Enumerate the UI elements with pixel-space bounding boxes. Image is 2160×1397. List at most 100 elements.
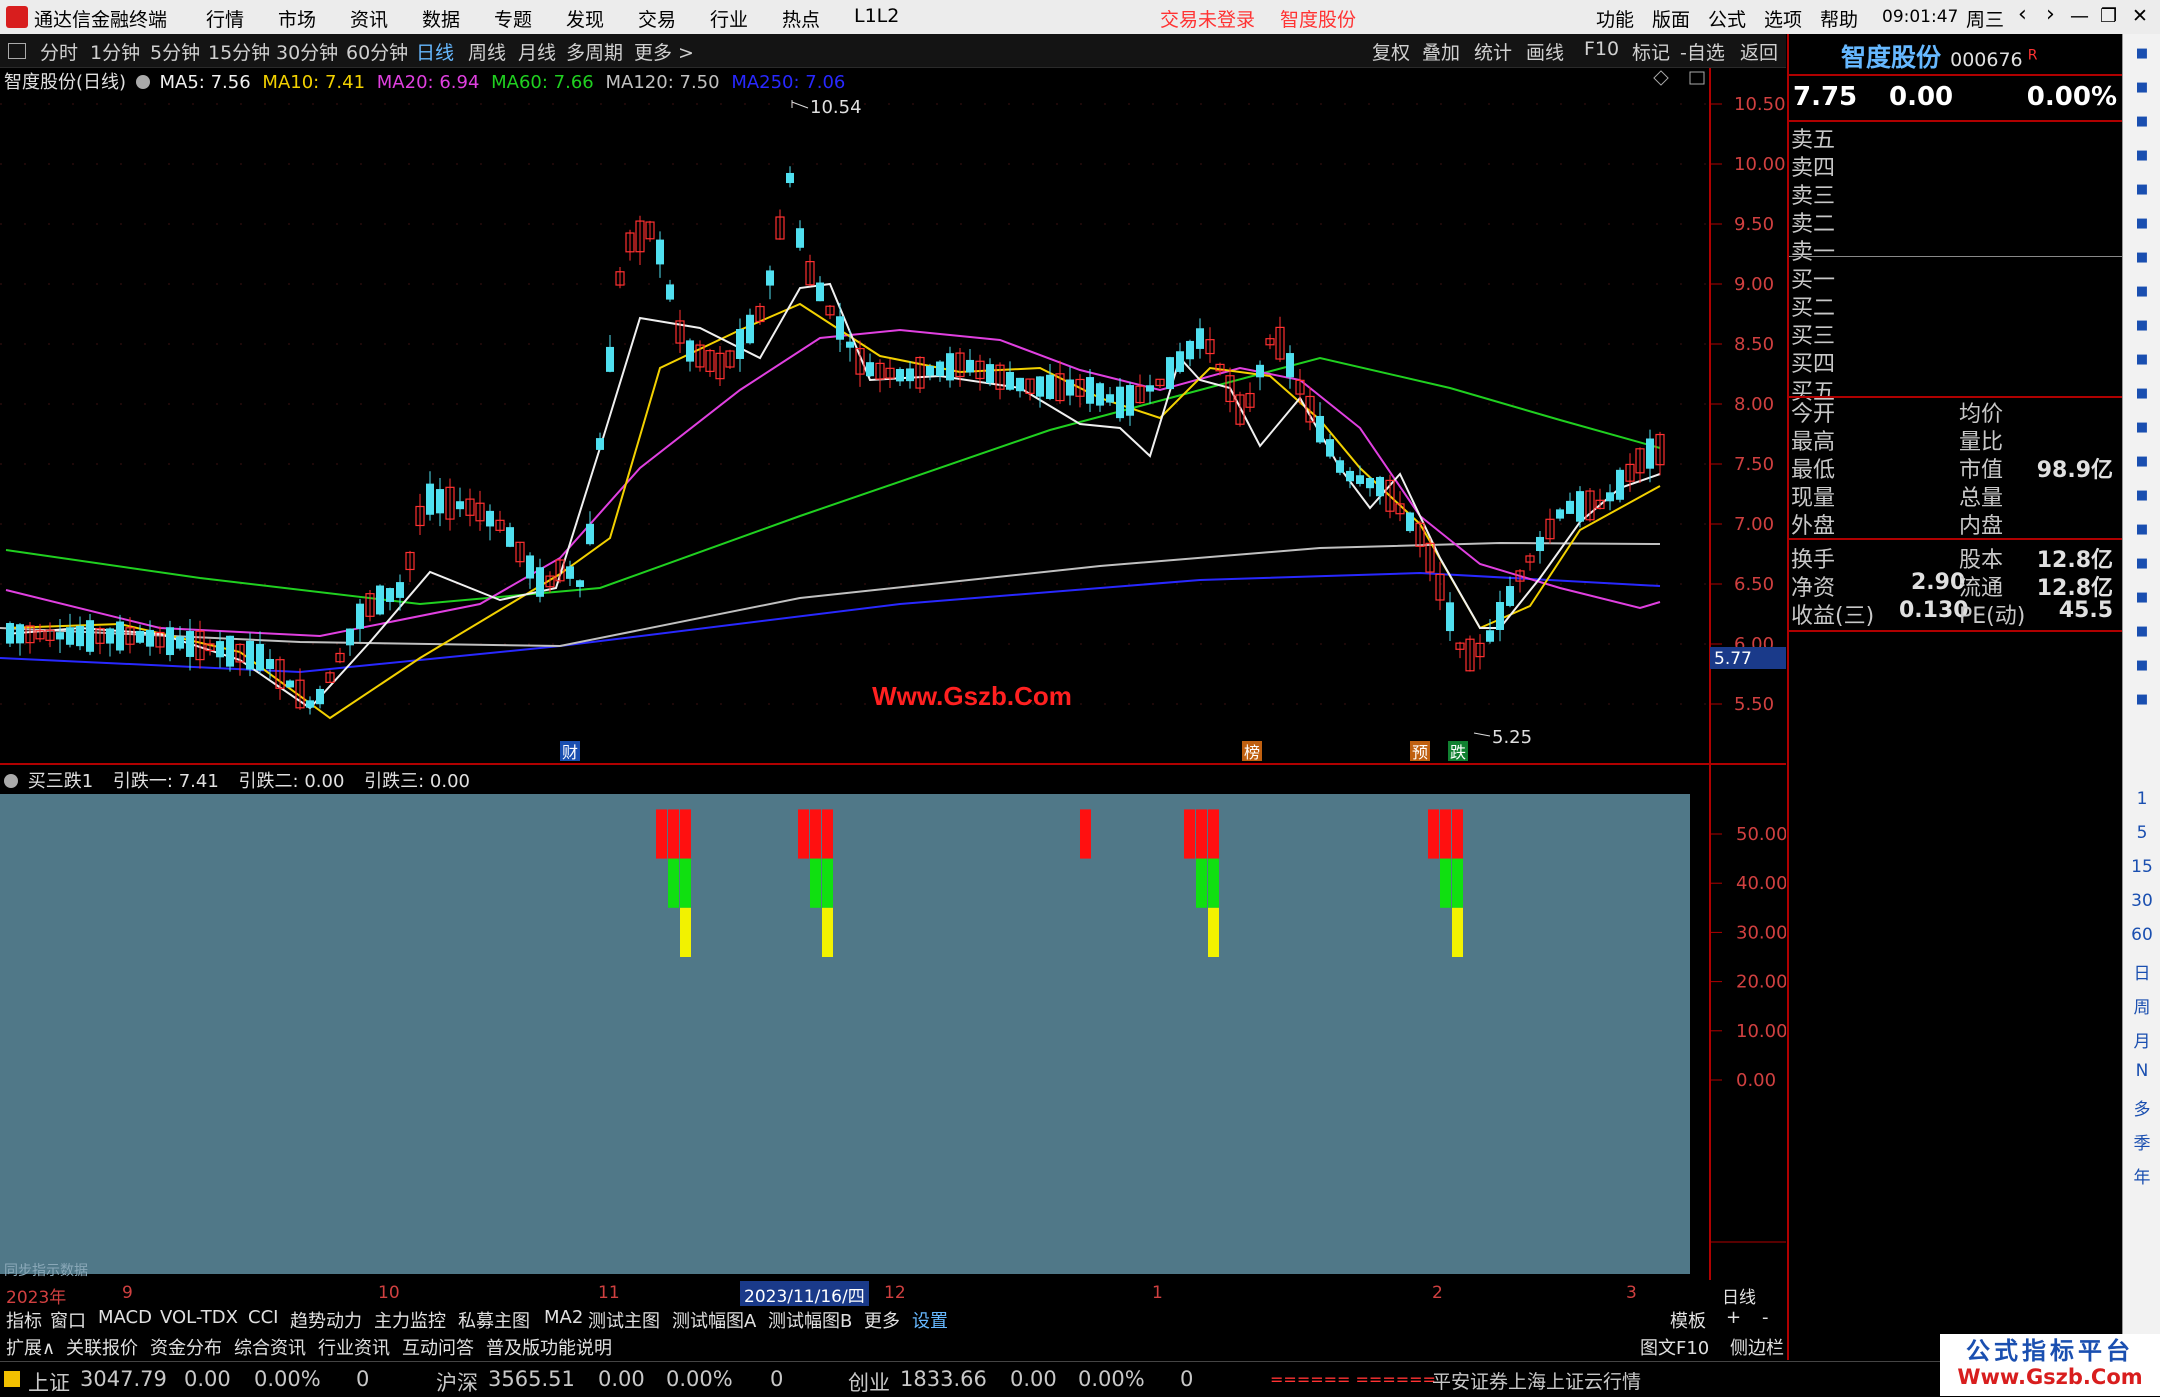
tool-button[interactable]: 返回 bbox=[1740, 38, 1778, 65]
tool-button[interactable]: 标记 bbox=[1632, 38, 1670, 65]
tab-main-monitor[interactable]: 主力监控 bbox=[374, 1307, 446, 1333]
period-button[interactable]: 年 bbox=[2123, 1163, 2160, 1188]
fz-icon[interactable]: ■ bbox=[2128, 414, 2156, 442]
menu-item[interactable]: 资讯 bbox=[350, 5, 388, 32]
menu-item[interactable]: 功能 bbox=[1596, 5, 1634, 32]
tab-timeframe[interactable]: 分时 bbox=[40, 38, 78, 65]
maximize-icon[interactable]: ❐ bbox=[2100, 5, 2117, 27]
period-button[interactable]: 日 bbox=[2123, 959, 2160, 984]
tab-timeframe[interactable]: 月线 bbox=[518, 38, 556, 65]
period-button[interactable]: 15 bbox=[2123, 857, 2160, 877]
trade-status[interactable]: 交易未登录 bbox=[1160, 5, 1255, 32]
tab-private[interactable]: 私募主图 bbox=[458, 1307, 530, 1333]
tab-f10[interactable]: 图文F10 bbox=[1640, 1334, 1709, 1360]
tab-vol[interactable]: VOL-TDX bbox=[160, 1307, 238, 1328]
period-button[interactable]: 5 bbox=[2123, 823, 2160, 843]
period-button[interactable]: 月 bbox=[2123, 1027, 2160, 1052]
menu-item[interactable]: 热点 bbox=[782, 5, 820, 32]
tab-macd[interactable]: MACD bbox=[98, 1307, 152, 1328]
period-button[interactable]: 60 bbox=[2123, 925, 2160, 945]
tab-more[interactable]: 更多 > bbox=[634, 38, 694, 65]
tool-button[interactable]: 复权 bbox=[1372, 38, 1410, 65]
tab-timeframe[interactable]: 60分钟 bbox=[346, 38, 408, 65]
menu-item[interactable]: 发现 bbox=[566, 5, 604, 32]
tab-timeframe[interactable]: 30分钟 bbox=[276, 38, 338, 65]
fund-icon[interactable]: ■ bbox=[2128, 448, 2156, 476]
refresh-icon[interactable]: ■ bbox=[2128, 686, 2156, 714]
tab-test-main[interactable]: 测试主图 bbox=[588, 1307, 660, 1333]
tool-button[interactable]: -自选 bbox=[1680, 38, 1725, 65]
menu-item[interactable]: 市场 bbox=[278, 5, 316, 32]
menu-item[interactable]: 选项 bbox=[1764, 5, 1802, 32]
minimize-icon[interactable]: — bbox=[2070, 5, 2089, 27]
index-name[interactable]: 上证 bbox=[28, 1367, 70, 1397]
grid-icon[interactable]: ■ bbox=[2128, 176, 2156, 204]
menu-item[interactable]: 帮助 bbox=[1820, 5, 1858, 32]
menu-item[interactable]: 行情 bbox=[206, 5, 244, 32]
tab-timeframe[interactable]: 15分钟 bbox=[208, 38, 270, 65]
pen-icon[interactable]: ■ bbox=[2128, 618, 2156, 646]
period-button[interactable]: 多 bbox=[2123, 1095, 2160, 1120]
menu-item[interactable]: 交易 bbox=[638, 5, 676, 32]
move-icon[interactable]: ■ bbox=[2128, 584, 2156, 612]
indicator-settings-icon[interactable] bbox=[4, 774, 18, 788]
layout-icon[interactable] bbox=[8, 43, 26, 59]
tab-test-a[interactable]: 测试幅图A bbox=[672, 1307, 756, 1333]
tab-indicator[interactable]: 指标 bbox=[6, 1307, 42, 1333]
period-button[interactable]: 周 bbox=[2123, 993, 2160, 1018]
tab-window[interactable]: 窗口 bbox=[50, 1307, 86, 1333]
chart2-icon[interactable]: ■ bbox=[2128, 346, 2156, 374]
tab-timeframe[interactable]: 1分钟 bbox=[90, 38, 140, 65]
menu-item[interactable]: 版面 bbox=[1652, 5, 1690, 32]
wave-icon[interactable]: ■ bbox=[2128, 516, 2156, 544]
circle-icon[interactable]: ■ bbox=[2128, 482, 2156, 510]
index-name[interactable]: 创业 bbox=[848, 1367, 890, 1397]
menu-item[interactable]: 专题 bbox=[494, 5, 532, 32]
forward-icon[interactable]: › bbox=[2046, 2, 2055, 27]
tab-more[interactable]: 更多 bbox=[864, 1307, 900, 1333]
close-icon[interactable]: ✕ bbox=[2132, 5, 2148, 27]
tab-timeframe[interactable]: 周线 bbox=[468, 38, 506, 65]
collapse-icon[interactable]: ■ bbox=[2128, 40, 2156, 68]
tab-timeframe[interactable]: 多周期 bbox=[566, 38, 623, 65]
tab-trend[interactable]: 趋势动力 bbox=[290, 1307, 362, 1333]
tool-button[interactable]: 叠加 bbox=[1422, 38, 1460, 65]
up-icon[interactable]: ■ bbox=[2128, 74, 2156, 102]
candle-icon[interactable]: ■ bbox=[2128, 244, 2156, 272]
chart-area[interactable]: 10.5010.009.509.008.508.007.507.006.506.… bbox=[0, 68, 1786, 1280]
tab-related-quote[interactable]: 关联报价 bbox=[66, 1334, 138, 1360]
tab-industry-news[interactable]: 行业资讯 bbox=[318, 1334, 390, 1360]
tab-qa[interactable]: 互动问答 bbox=[402, 1334, 474, 1360]
news-icon[interactable]: ■ bbox=[2128, 142, 2156, 170]
list-icon[interactable]: ■ bbox=[2128, 278, 2156, 306]
tab-help[interactable]: 普及版功能说明 bbox=[486, 1334, 612, 1360]
back-icon[interactable]: ‹ bbox=[2018, 2, 2027, 27]
f10-icon[interactable]: ■ bbox=[2128, 312, 2156, 340]
filter-icon[interactable]: ■ bbox=[2128, 380, 2156, 408]
index-name[interactable]: 沪深 bbox=[436, 1367, 478, 1397]
menu-item[interactable]: 公式 bbox=[1708, 5, 1746, 32]
remove-button[interactable]: - bbox=[1762, 1307, 1769, 1328]
menu-item[interactable]: L1L2 bbox=[854, 5, 899, 27]
tab-timeframe-active[interactable]: 日线 bbox=[416, 38, 454, 65]
menu-item[interactable]: 数据 bbox=[422, 5, 460, 32]
settings-icon[interactable] bbox=[135, 75, 150, 89]
tab-fund-dist[interactable]: 资金分布 bbox=[150, 1334, 222, 1360]
tab-expand[interactable]: 扩展∧ bbox=[6, 1334, 55, 1360]
tab-cci[interactable]: CCI bbox=[248, 1307, 278, 1328]
tab-news[interactable]: 综合资讯 bbox=[234, 1334, 306, 1360]
period-button[interactable]: 30 bbox=[2123, 891, 2160, 911]
menu-item[interactable]: 行业 bbox=[710, 5, 748, 32]
template-button[interactable]: 模板 bbox=[1670, 1307, 1706, 1333]
tab-test-b[interactable]: 测试幅图B bbox=[768, 1307, 852, 1333]
tool-button[interactable]: F10 bbox=[1584, 38, 1619, 60]
period-button[interactable]: 季 bbox=[2123, 1129, 2160, 1154]
rsi-icon[interactable]: ■ bbox=[2128, 550, 2156, 578]
add-button[interactable]: + bbox=[1726, 1307, 1741, 1328]
tab-ma2[interactable]: MA2 bbox=[544, 1307, 583, 1328]
tool-button[interactable]: 统计 bbox=[1474, 38, 1512, 65]
down-icon[interactable]: ■ bbox=[2128, 108, 2156, 136]
fs-icon[interactable]: ■ bbox=[2128, 652, 2156, 680]
tool-button[interactable]: 画线 bbox=[1526, 38, 1564, 65]
period-button[interactable]: N bbox=[2123, 1061, 2160, 1081]
